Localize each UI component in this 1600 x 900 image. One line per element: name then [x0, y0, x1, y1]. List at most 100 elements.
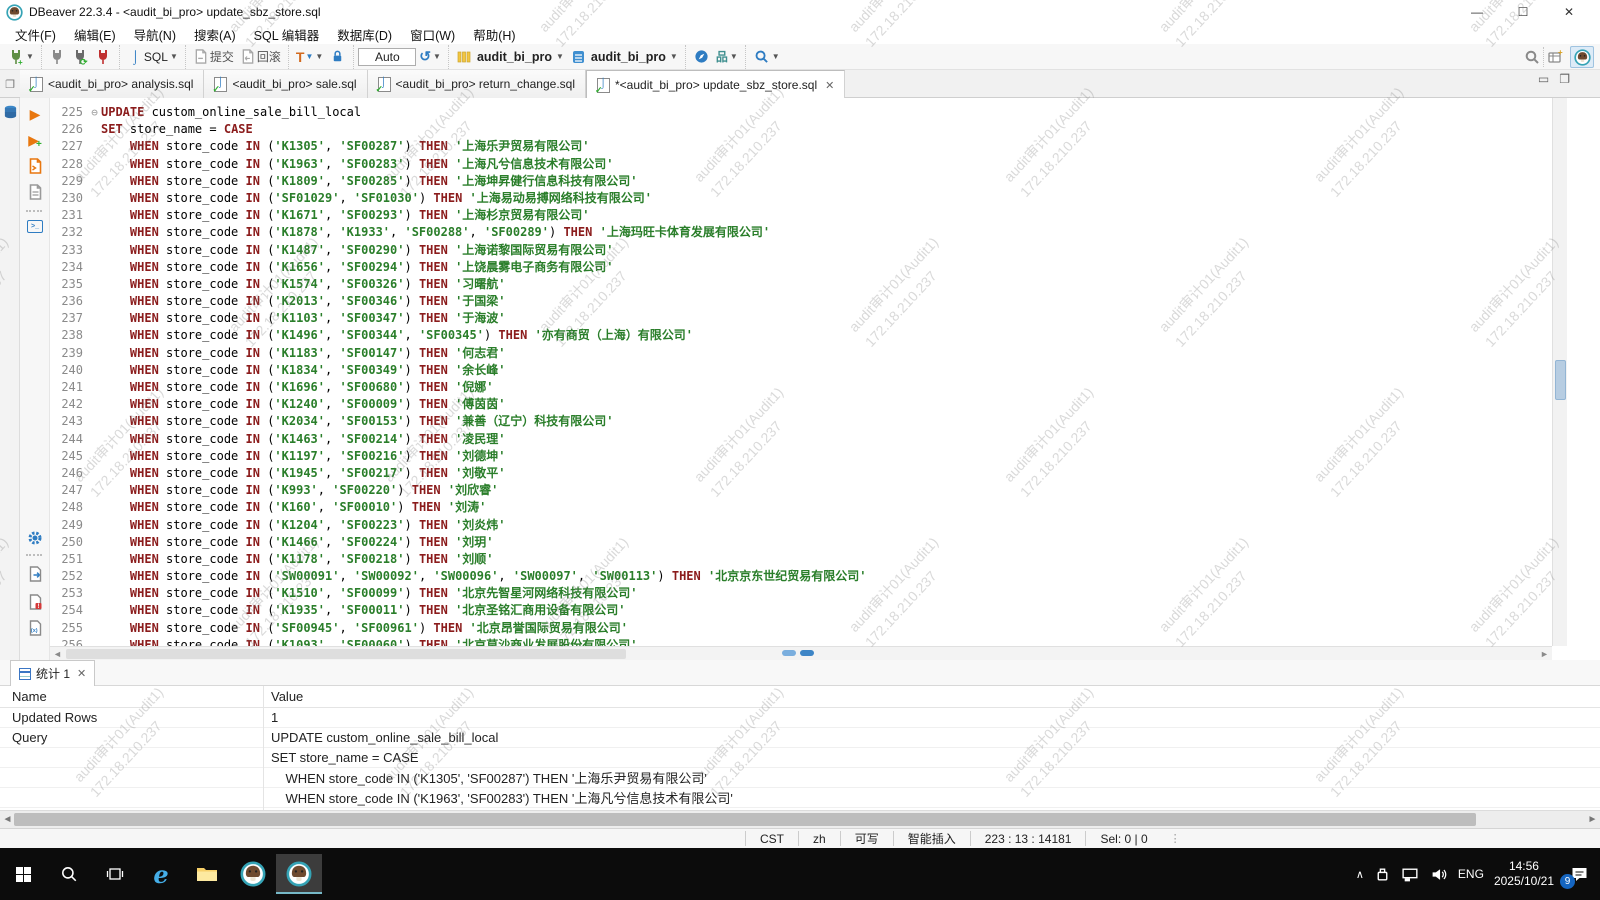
- sql-editor-button[interactable]: ⌡ SQL ▼: [124, 46, 181, 68]
- menu-item-文件(F)[interactable]: 文件(F): [6, 25, 65, 44]
- status-item[interactable]: Sel: 0 | 0: [1085, 831, 1161, 846]
- status-overflow-icon[interactable]: ⋮: [1162, 832, 1181, 845]
- taskbar-clock[interactable]: 14:56 2025/10/21: [1494, 859, 1554, 889]
- maximize-view-icon[interactable]: ❐: [1559, 72, 1570, 86]
- editor-tab[interactable]: ⌡✓<audit_bi_pro> sale.sql: [204, 70, 367, 98]
- code-line[interactable]: 251 WHEN store_code IN ('K1178', 'SF0021…: [50, 551, 1552, 568]
- code-line[interactable]: 229 WHEN store_code IN ('K1809', 'SF0028…: [50, 173, 1552, 190]
- status-item[interactable]: 可写: [840, 831, 893, 846]
- editor-tab[interactable]: ⌡✓*<audit_bi_pro> update_sbz_store.sql✕: [586, 70, 845, 99]
- sql-terminal-icon[interactable]: >_: [24, 216, 46, 236]
- code-line[interactable]: 244 WHEN store_code IN ('K1463', 'SF0021…: [50, 431, 1552, 448]
- column-header-value[interactable]: Value: [263, 689, 303, 704]
- code-line[interactable]: 252 WHEN store_code IN ('SW00091', 'SW00…: [50, 568, 1552, 585]
- code-line[interactable]: 238 WHEN store_code IN ('K1496', 'SF0034…: [50, 327, 1552, 344]
- code-line[interactable]: 241 WHEN store_code IN ('K1696', 'SF0068…: [50, 379, 1552, 396]
- connect-button[interactable]: [46, 46, 69, 68]
- commit-mode-button[interactable]: 品 ▼: [713, 46, 741, 68]
- scroll-right-arrow[interactable]: ►: [1586, 813, 1599, 826]
- code-line[interactable]: 236 WHEN store_code IN ('K2013', 'SF0034…: [50, 293, 1552, 310]
- commit-button[interactable]: 提交: [190, 46, 237, 68]
- dbeaver-taskbar-button[interactable]: [230, 854, 276, 894]
- validate-doc-icon[interactable]: !: [24, 592, 46, 612]
- column-header-name[interactable]: Name: [0, 689, 263, 704]
- status-item[interactable]: 223 : 13 : 14181: [970, 831, 1086, 846]
- close-icon[interactable]: ✕: [77, 667, 86, 680]
- dbeaver-perspective-button[interactable]: [1570, 46, 1594, 68]
- status-item[interactable]: CST: [745, 831, 798, 846]
- menu-item-编辑(E)[interactable]: 编辑(E): [65, 25, 125, 44]
- code-line[interactable]: 253 WHEN store_code IN ('K1510', 'SF0009…: [50, 585, 1552, 602]
- sash-collapse-up-button[interactable]: [782, 650, 796, 656]
- code-line[interactable]: 234 WHEN store_code IN ('K1656', 'SF0029…: [50, 259, 1552, 276]
- menu-item-导航(N)[interactable]: 导航(N): [125, 25, 185, 44]
- scroll-left-arrow[interactable]: ◄: [51, 648, 64, 660]
- dbeaver-taskbar-button-active[interactable]: [276, 854, 322, 894]
- database-select[interactable]: audit_bi_pro ▼: [453, 46, 567, 68]
- fold-collapse-icon[interactable]: ⊖: [88, 104, 101, 121]
- status-item[interactable]: zh: [798, 831, 840, 846]
- results-horizontal-scrollbar[interactable]: ◄ ►: [0, 810, 1600, 828]
- column-divider[interactable]: [263, 686, 264, 810]
- scrollbar-thumb[interactable]: [14, 813, 1476, 826]
- code-line[interactable]: 254 WHEN store_code IN ('K1935', 'SF0001…: [50, 602, 1552, 619]
- tray-expand-icon[interactable]: ∧: [1356, 868, 1364, 881]
- code-line[interactable]: 247 WHEN store_code IN ('K993', 'SF00220…: [50, 482, 1552, 499]
- editor-tab[interactable]: ⌡✓<audit_bi_pro> analysis.sql: [20, 70, 204, 98]
- scroll-left-arrow[interactable]: ◄: [1, 813, 14, 826]
- code-line[interactable]: 255 WHEN store_code IN ('SF00945', 'SF00…: [50, 620, 1552, 637]
- table-row[interactable]: QueryUPDATE custom_online_sale_bill_loca…: [0, 728, 1600, 748]
- code-line[interactable]: 256 WHEN store_code IN ('K1093', 'SF0006…: [50, 637, 1552, 646]
- schema-select[interactable]: audit_bi_pro ▼: [567, 46, 681, 68]
- transaction-filter-button[interactable]: T ▼ ▼: [293, 46, 326, 68]
- autocommit-select[interactable]: Auto: [358, 48, 416, 66]
- taskbar-search-button[interactable]: [46, 854, 92, 894]
- table-row[interactable]: WHEN store_code IN ('K1305', 'SF00287') …: [0, 768, 1600, 788]
- quick-search-icon[interactable]: [1523, 49, 1540, 66]
- restore-panel-icon[interactable]: ❐: [0, 70, 20, 98]
- task-view-button[interactable]: [92, 854, 138, 894]
- action-center-button[interactable]: 9: [1564, 859, 1594, 889]
- minimize-view-icon[interactable]: ▭: [1538, 72, 1549, 86]
- code-line[interactable]: 248 WHEN store_code IN ('K160', 'SF00010…: [50, 499, 1552, 516]
- sash-collapse-down-button[interactable]: [800, 650, 814, 656]
- code-line[interactable]: 231 WHEN store_code IN ('K1671', 'SF0029…: [50, 207, 1552, 224]
- code-line[interactable]: 240 WHEN store_code IN ('K1834', 'SF0034…: [50, 362, 1552, 379]
- code-line[interactable]: 225⊖UPDATE custom_online_sale_bill_local: [50, 104, 1552, 121]
- menu-item-帮助(H)[interactable]: 帮助(H): [464, 25, 524, 44]
- explain-plan-icon[interactable]: [24, 182, 46, 202]
- language-indicator[interactable]: ENG: [1458, 867, 1484, 881]
- transaction-log-button[interactable]: ↺ ▼: [416, 46, 444, 68]
- sql-editor[interactable]: 225⊖UPDATE custom_online_sale_bill_local…: [50, 98, 1552, 646]
- window-minimize-button[interactable]: —: [1454, 0, 1500, 24]
- table-row[interactable]: SET store_name = CASE: [0, 748, 1600, 768]
- menu-item-窗口(W)[interactable]: 窗口(W): [401, 25, 464, 44]
- code-line[interactable]: 243 WHEN store_code IN ('K2034', 'SF0015…: [50, 413, 1552, 430]
- editor-tab[interactable]: ⌡✓<audit_bi_pro> return_change.sql: [368, 70, 586, 98]
- new-connection-button[interactable]: + ▼: [4, 46, 37, 68]
- execute-statement-icon[interactable]: ▶: [24, 104, 46, 124]
- code-line[interactable]: 235 WHEN store_code IN ('K1574', 'SF0032…: [50, 276, 1552, 293]
- reconnect-button[interactable]: ⟳: [69, 46, 92, 68]
- window-maximize-button[interactable]: ☐: [1500, 0, 1546, 24]
- tab-statistics[interactable]: 统计 1 ✕: [10, 660, 95, 686]
- code-line[interactable]: 230 WHEN store_code IN ('SF01029', 'SF01…: [50, 190, 1552, 207]
- code-line[interactable]: 249 WHEN store_code IN ('K1204', 'SF0022…: [50, 517, 1552, 534]
- code-line[interactable]: 246 WHEN store_code IN ('K1945', 'SF0021…: [50, 465, 1552, 482]
- table-row[interactable]: Updated Rows1: [0, 708, 1600, 728]
- search-button[interactable]: ▼: [750, 46, 783, 68]
- scrollbar-thumb[interactable]: [66, 649, 626, 659]
- status-item[interactable]: 智能插入: [893, 831, 970, 846]
- editor-vertical-scrollbar[interactable]: [1552, 98, 1567, 646]
- code-line[interactable]: 245 WHEN store_code IN ('K1197', 'SF0021…: [50, 448, 1552, 465]
- scroll-right-arrow[interactable]: ►: [1538, 648, 1551, 660]
- code-line[interactable]: 227 WHEN store_code IN ('K1305', 'SF0028…: [50, 138, 1552, 155]
- internet-explorer-button[interactable]: e: [138, 854, 184, 894]
- menu-item-搜索(A)[interactable]: 搜索(A): [185, 25, 245, 44]
- disconnect-button[interactable]: [92, 46, 115, 68]
- export-resultset-icon[interactable]: [24, 564, 46, 584]
- file-explorer-button[interactable]: [184, 854, 230, 894]
- code-line[interactable]: 239 WHEN store_code IN ('K1183', 'SF0014…: [50, 345, 1552, 362]
- code-line[interactable]: 232 WHEN store_code IN ('K1878', 'K1933'…: [50, 224, 1552, 241]
- navigator-sync-button[interactable]: [690, 46, 713, 68]
